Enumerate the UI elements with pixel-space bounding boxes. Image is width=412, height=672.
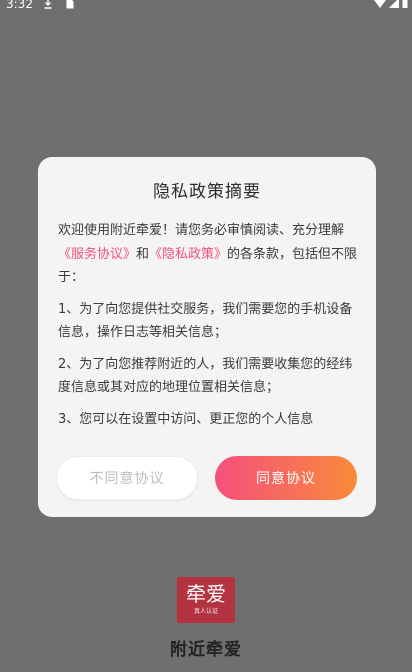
intro-text: 欢迎使用附近牵爱！请您务必审慎阅读、充分理解	[58, 223, 345, 238]
dialog-title: 隐私政策摘要	[153, 182, 261, 202]
status-right	[374, 0, 408, 8]
status-bar: 3:32	[0, 0, 412, 14]
intro-paragraph: 欢迎使用附近牵爱！请您务必审慎阅读、充分理解《服务协议》和《隐私政策》的各条款，…	[58, 219, 358, 290]
logo-subtext: 真人认证	[193, 608, 218, 615]
logo-text: 牵爱	[186, 582, 226, 606]
service-agreement-link[interactable]: 《服务协议》	[58, 247, 136, 262]
privacy-policy-link[interactable]: 《隐私政策》	[149, 247, 227, 262]
app-logo: 牵爱 真人认证	[177, 577, 235, 623]
sim-card-icon	[66, 0, 74, 9]
intro-and: 和	[136, 246, 150, 262]
download-icon	[44, 0, 52, 9]
battery-icon	[402, 0, 408, 8]
wifi-icon	[374, 0, 386, 8]
policy-item-1: 1、为了向您提供社交服务，我们需要您的手机设备信息，操作日志等相关信息；	[58, 301, 353, 341]
status-time: 3:32	[6, 0, 33, 11]
agree-button[interactable]: 同意协议	[215, 456, 357, 500]
policy-item-2: 2、为了向您推荐附近的人，我们需要收集您的经纬度信息或其对应的地理位置相关信息；	[58, 356, 353, 396]
disagree-button[interactable]: 不同意协议	[56, 456, 198, 500]
signal-icon	[389, 0, 399, 8]
app-name: 附近牵爱	[170, 640, 242, 660]
policy-item-3: 3、您可以在设置中访问、更正您的个人信息	[58, 411, 314, 427]
